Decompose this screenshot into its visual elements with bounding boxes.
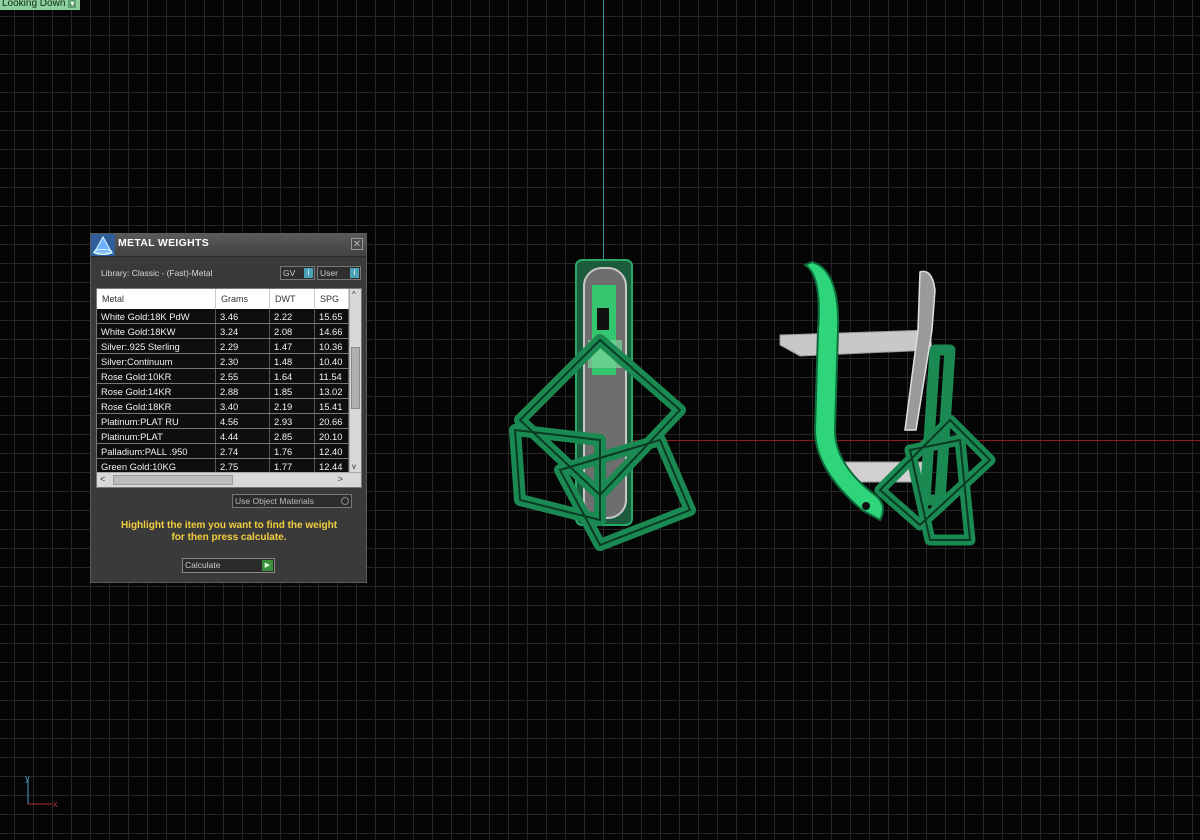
scroll-right-icon[interactable]: > bbox=[338, 474, 343, 484]
cell-metal: Green Gold:10KG bbox=[97, 459, 216, 473]
scroll-thumb[interactable] bbox=[351, 347, 360, 409]
cell-grams: 2.88 bbox=[216, 384, 270, 398]
cell-grams: 3.24 bbox=[216, 324, 270, 338]
cell-dwt: 1.64 bbox=[270, 369, 315, 383]
app-logo-icon bbox=[91, 234, 115, 256]
panel-titlebar[interactable]: METAL WEIGHTS ✕ bbox=[91, 234, 366, 257]
vertical-scrollbar[interactable]: ^ v bbox=[349, 289, 361, 472]
cell-dwt: 2.85 bbox=[270, 429, 315, 443]
cell-dwt: 1.48 bbox=[270, 354, 315, 368]
cell-dwt: 2.08 bbox=[270, 324, 315, 338]
cell-spg: 20.10 bbox=[315, 429, 349, 443]
scroll-up-icon[interactable]: ^ bbox=[352, 290, 356, 299]
table-row[interactable]: Silver:Continuum 2.30 1.48 10.40 bbox=[97, 354, 349, 369]
cell-grams: 2.55 bbox=[216, 369, 270, 383]
table-row[interactable]: Platinum:PLAT 4.44 2.85 20.10 bbox=[97, 429, 349, 444]
cell-spg: 10.36 bbox=[315, 339, 349, 353]
cell-grams: 3.46 bbox=[216, 309, 270, 323]
gv-toggle-button[interactable]: GV i bbox=[280, 266, 315, 280]
axis-triad: y x bbox=[25, 773, 58, 809]
table-header: Metal Grams DWT SPG bbox=[97, 289, 349, 309]
table-row[interactable]: Platinum:PLAT RU 4.56 2.93 20.66 bbox=[97, 414, 349, 429]
cell-dwt: 1.47 bbox=[270, 339, 315, 353]
cell-grams: 2.30 bbox=[216, 354, 270, 368]
close-icon[interactable]: ✕ bbox=[351, 238, 363, 250]
radio-icon bbox=[341, 497, 349, 505]
cell-metal: Silver:.925 Sterling bbox=[97, 339, 216, 353]
cell-dwt: 1.85 bbox=[270, 384, 315, 398]
scroll-thumb[interactable] bbox=[113, 475, 233, 485]
cell-metal: Platinum:PLAT bbox=[97, 429, 216, 443]
cell-dwt: 1.76 bbox=[270, 444, 315, 458]
cell-dwt: 2.19 bbox=[270, 399, 315, 413]
column-header-spg[interactable]: SPG bbox=[315, 289, 349, 309]
cell-metal: White Gold:18K PdW bbox=[97, 309, 216, 323]
cell-grams: 2.29 bbox=[216, 339, 270, 353]
cell-metal: Rose Gold:10KR bbox=[97, 369, 216, 383]
table-row[interactable]: Palladium:PALL .950 2.74 1.76 12.40 bbox=[97, 444, 349, 459]
instruction-text: Highlight the item you want to find the … bbox=[99, 520, 359, 544]
cell-spg: 10.40 bbox=[315, 354, 349, 368]
cell-grams: 3.40 bbox=[216, 399, 270, 413]
cell-metal: Rose Gold:14KR bbox=[97, 384, 216, 398]
cell-dwt: 2.22 bbox=[270, 309, 315, 323]
cell-spg: 15.41 bbox=[315, 399, 349, 413]
table-row[interactable]: White Gold:18KW 3.24 2.08 14.66 bbox=[97, 324, 349, 339]
cell-grams: 4.56 bbox=[216, 414, 270, 428]
instruction-line-2: for then press calculate. bbox=[171, 532, 287, 543]
cell-spg: 12.40 bbox=[315, 444, 349, 458]
table-row[interactable]: Silver:.925 Sterling 2.29 1.47 10.36 bbox=[97, 339, 349, 354]
cell-metal: Rose Gold:18KR bbox=[97, 399, 216, 413]
cell-grams: 2.74 bbox=[216, 444, 270, 458]
table-body: White Gold:18K PdW 3.46 2.22 15.65 White Gol… bbox=[97, 309, 349, 474]
use-object-materials-toggle[interactable]: Use Object Materials bbox=[232, 494, 352, 508]
cell-grams: 2.75 bbox=[216, 459, 270, 473]
table-row[interactable]: Rose Gold:14KR 2.88 1.85 13.02 bbox=[97, 384, 349, 399]
cell-spg: 20.66 bbox=[315, 414, 349, 428]
column-header-grams[interactable]: Grams bbox=[216, 289, 270, 309]
triad-y-label: y bbox=[25, 773, 30, 783]
column-header-dwt[interactable]: DWT bbox=[270, 289, 315, 309]
ring-side-view-model bbox=[779, 260, 996, 546]
instruction-line-1: Highlight the item you want to find the … bbox=[120, 520, 338, 531]
library-label: Library: Classic - (Fast)-Metal bbox=[101, 268, 213, 278]
cell-metal: Platinum:PLAT RU bbox=[97, 414, 216, 428]
cell-metal: Silver:Continuum bbox=[97, 354, 216, 368]
horizontal-scrollbar[interactable]: < > bbox=[97, 472, 361, 487]
calculate-button[interactable]: Calculate ▶ bbox=[182, 558, 275, 573]
ring-front-view-model bbox=[509, 259, 696, 551]
cell-spg: 11.54 bbox=[315, 369, 349, 383]
cell-dwt: 2.93 bbox=[270, 414, 315, 428]
cell-grams: 4.44 bbox=[216, 429, 270, 443]
cell-spg: 14.66 bbox=[315, 324, 349, 338]
panel-title: METAL WEIGHTS bbox=[118, 237, 210, 249]
table-row[interactable]: White Gold:18K PdW 3.46 2.22 15.65 bbox=[97, 309, 349, 324]
cell-spg: 13.02 bbox=[315, 384, 349, 398]
column-header-metal[interactable]: Metal bbox=[97, 289, 216, 309]
play-icon: ▶ bbox=[262, 560, 273, 571]
scroll-left-icon[interactable]: < bbox=[100, 474, 105, 484]
metal-table[interactable]: Metal Grams DWT SPG White Gold:18K PdW 3.… bbox=[96, 288, 362, 488]
info-icon: i bbox=[350, 268, 359, 278]
cell-spg: 15.65 bbox=[315, 309, 349, 323]
table-row[interactable]: Rose Gold:10KR 2.55 1.64 11.54 bbox=[97, 369, 349, 384]
user-toggle-button[interactable]: User i bbox=[317, 266, 361, 280]
table-row[interactable]: Rose Gold:18KR 3.40 2.19 15.41 bbox=[97, 399, 349, 414]
calculate-label: Calculate bbox=[185, 560, 221, 570]
cell-dwt: 1.77 bbox=[270, 459, 315, 473]
cell-spg: 12.44 bbox=[315, 459, 349, 473]
user-toggle-label: User bbox=[320, 268, 338, 278]
scroll-down-icon[interactable]: v bbox=[352, 462, 356, 471]
metal-weights-panel: METAL WEIGHTS ✕ Library: Classic - (Fast… bbox=[90, 233, 367, 583]
use-object-materials-label: Use Object Materials bbox=[235, 496, 314, 506]
cell-metal: Palladium:PALL .950 bbox=[97, 444, 216, 458]
triad-x-label: x bbox=[53, 799, 58, 809]
cell-metal: White Gold:18KW bbox=[97, 324, 216, 338]
info-icon: i bbox=[304, 268, 313, 278]
gv-toggle-label: GV bbox=[283, 268, 296, 278]
